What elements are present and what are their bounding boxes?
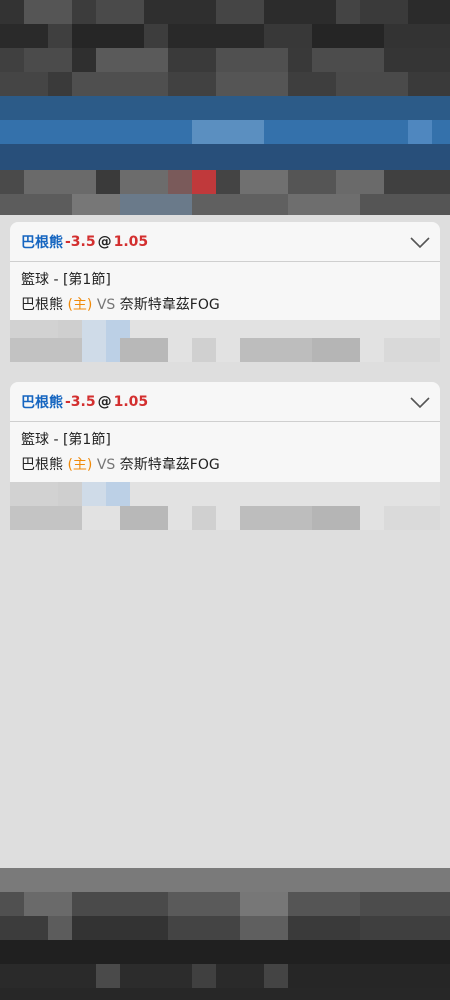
bet-team: 巴根熊 xyxy=(21,394,63,411)
bet-handicap: -3.5 xyxy=(65,393,96,410)
vs-label: VS xyxy=(96,297,116,313)
match-line: 巴根熊 (主) VS 奈斯特韋茲FOG xyxy=(21,293,429,318)
bet-card-header[interactable]: 巴根熊 -3.5 @ 1.05 xyxy=(10,222,440,262)
obscured-banner xyxy=(0,96,450,170)
at-symbol: @ xyxy=(97,393,112,410)
at-symbol: @ xyxy=(97,233,112,250)
sport-period: 籃球 - [第1節] xyxy=(21,432,111,448)
bet-team: 巴根熊 xyxy=(21,234,63,251)
bet-card[interactable]: 巴根熊 -3.5 @ 1.05 籃球 - [第1節] 巴根熊 (主) VS 奈斯… xyxy=(10,222,440,322)
bet-card[interactable]: 巴根熊 -3.5 @ 1.05 籃球 - [第1節] 巴根熊 (主) VS 奈斯… xyxy=(10,382,440,482)
away-team: 奈斯特韋茲FOG xyxy=(119,297,220,313)
bet-odds: 1.05 xyxy=(113,233,149,250)
obscured-card-footer xyxy=(10,320,440,362)
home-team: 巴根熊 xyxy=(21,457,63,473)
bet-card-header[interactable]: 巴根熊 -3.5 @ 1.05 xyxy=(10,382,440,422)
bet-odds: 1.05 xyxy=(113,393,149,410)
obscured-header xyxy=(0,0,450,215)
vs-label: VS xyxy=(96,457,116,473)
sport-period: 籃球 - [第1節] xyxy=(21,272,111,288)
bet-card-body: 籃球 - [第1節] 巴根熊 (主) VS 奈斯特韋茲FOG xyxy=(10,262,440,322)
chevron-down-icon[interactable] xyxy=(410,392,430,412)
home-team: 巴根熊 xyxy=(21,297,63,313)
chevron-down-icon[interactable] xyxy=(410,232,430,252)
obscured-card-footer xyxy=(10,482,440,530)
obscured-footer xyxy=(0,868,450,1000)
match-line: 巴根熊 (主) VS 奈斯特韋茲FOG xyxy=(21,453,429,478)
bet-card-body: 籃球 - [第1節] 巴根熊 (主) VS 奈斯特韋茲FOG xyxy=(10,422,440,482)
bet-handicap: -3.5 xyxy=(65,233,96,250)
away-team: 奈斯特韋茲FOG xyxy=(119,457,220,473)
home-marker: (主) xyxy=(67,457,93,473)
home-marker: (主) xyxy=(67,297,93,313)
